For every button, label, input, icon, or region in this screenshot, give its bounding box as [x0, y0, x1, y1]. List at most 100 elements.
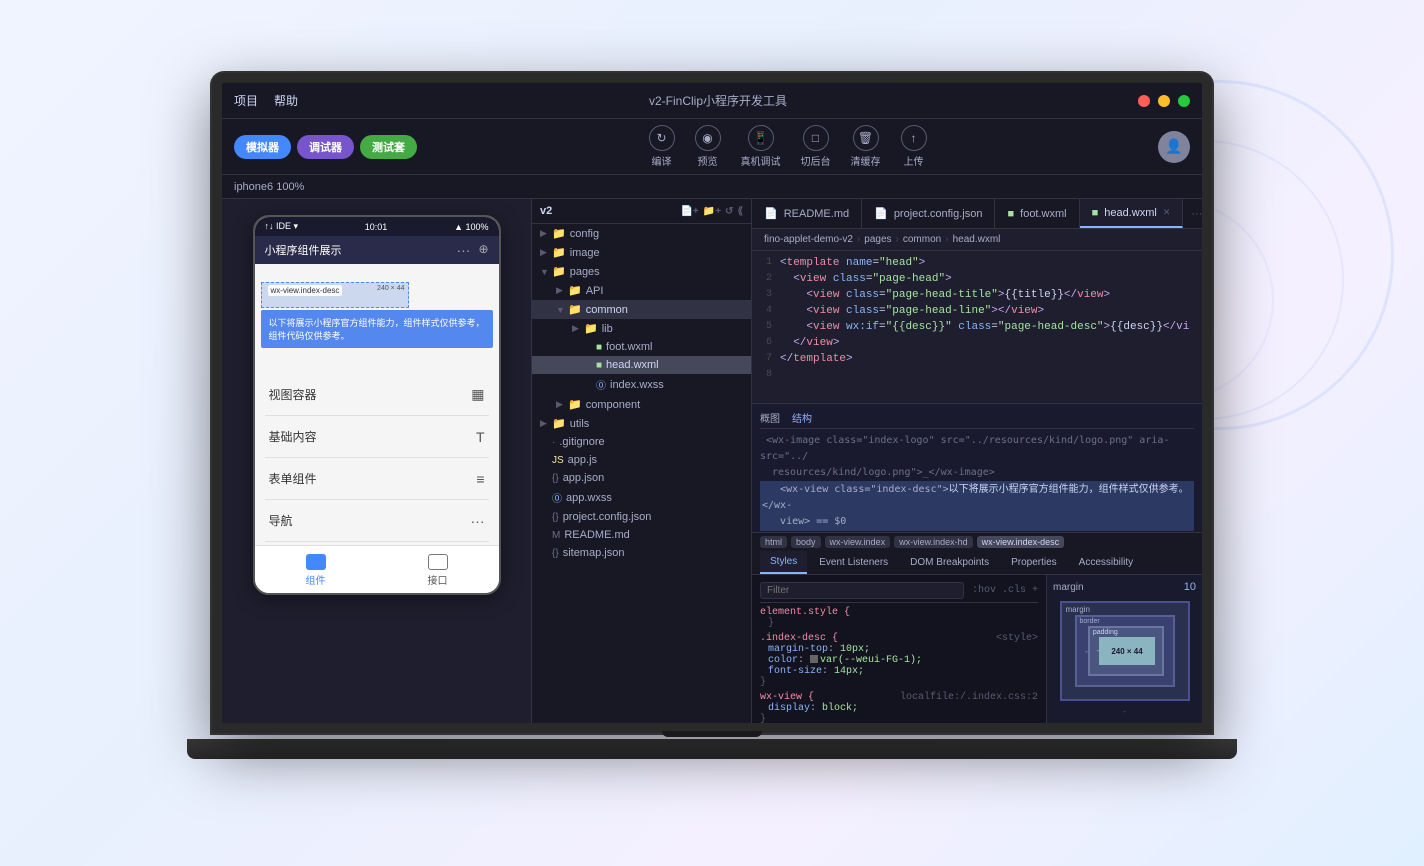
- tab-accessibility[interactable]: Accessibility: [1069, 551, 1143, 574]
- testsuit-button[interactable]: 测试套: [360, 135, 417, 159]
- tab-more-button[interactable]: ···: [1183, 199, 1202, 228]
- tag-body[interactable]: body: [791, 536, 821, 548]
- phone-nav-label-0: 组件: [306, 572, 326, 587]
- tree-item-config[interactable]: ▶ 📁 config: [532, 224, 751, 243]
- tree-item-pages[interactable]: ▼ 📁 pages: [532, 262, 751, 281]
- laptop-screen: 项目 帮助 v2-FinClip小程序开发工具 模拟器 调试器 测试套: [212, 73, 1212, 733]
- phone-panel: ↑↓ IDE ▾ 10:01 ▲ 100% 小程序组件展示 ··· ⊕: [222, 199, 532, 723]
- tree-item-utils[interactable]: ▶ 📁 utils: [532, 414, 751, 433]
- refresh-button[interactable]: ↺: [725, 206, 733, 217]
- rendered-tab-preview[interactable]: 概图: [760, 410, 780, 426]
- rendered-tab-source[interactable]: 结构: [792, 410, 812, 426]
- tree-label: app.js: [568, 454, 597, 466]
- css-source: <style>: [996, 633, 1038, 644]
- toolbar-avatar: 👤: [1158, 131, 1190, 163]
- file-icon: JS: [552, 455, 564, 466]
- tab-event-listeners[interactable]: Event Listeners: [809, 551, 898, 574]
- code-lines: 1 <template name="head"> 2 <view class="…: [752, 251, 1202, 403]
- phone-title-more[interactable]: ··· ⊕: [456, 242, 488, 258]
- tree-item-project-config[interactable]: ▶ {} project.config.json: [532, 508, 751, 526]
- tab-properties[interactable]: Properties: [1001, 551, 1067, 574]
- tab-close-icon[interactable]: ✕: [1163, 207, 1171, 218]
- tree-item-lib[interactable]: ▶ 📁 lib: [532, 319, 751, 338]
- tab-icon: ■: [1007, 208, 1014, 220]
- title-bar: 项目 帮助 v2-FinClip小程序开发工具: [222, 83, 1202, 119]
- phone-nav-components[interactable]: 组件: [306, 554, 326, 587]
- upload-button[interactable]: ↑ 上传: [901, 125, 927, 168]
- arrow-icon: ▶: [556, 399, 568, 410]
- tag-html[interactable]: html: [760, 536, 787, 548]
- tab-head-wxml[interactable]: ■ head.wxml ✕: [1080, 199, 1184, 228]
- tree-item-head-wxml[interactable]: ▶ ■ head.wxml: [532, 356, 751, 374]
- preview-button[interactable]: ◉ 预览: [695, 125, 721, 168]
- devtools: html body wx-view.index wx-view.index-hd…: [752, 533, 1202, 723]
- user-avatar[interactable]: 👤: [1158, 131, 1190, 163]
- simulator-button[interactable]: 模拟器: [234, 135, 291, 159]
- file-icon: ·: [552, 437, 555, 448]
- device-debug-button[interactable]: 📱 真机调试: [741, 125, 781, 168]
- tab-foot-wxml[interactable]: ■ foot.wxml: [995, 199, 1079, 228]
- new-file-button[interactable]: 📄+: [680, 206, 698, 217]
- code-line-6: 6 </view>: [752, 335, 1202, 351]
- collapse-button[interactable]: ⟪: [737, 206, 743, 217]
- file-icon: ⓪: [596, 377, 606, 392]
- maximize-button[interactable]: [1178, 95, 1190, 107]
- menu-item-project[interactable]: 项目: [234, 92, 258, 109]
- rendered-line-2[interactable]: <wx-view class="index-desc">以下将展示小程序官方组件…: [760, 481, 1194, 531]
- tree-item-index-wxss[interactable]: ▶ ⓪ index.wxss: [532, 374, 751, 395]
- new-folder-button[interactable]: 📁+: [703, 206, 721, 217]
- editor-panel: 📄 README.md 📄 project.config.json ■ foot…: [752, 199, 1202, 723]
- box-model-panel: margin 10 margin border: [1047, 575, 1202, 723]
- tree-item-app-wxss[interactable]: ▶ ⓪ app.wxss: [532, 487, 751, 508]
- arrow-icon: ▶: [540, 228, 552, 239]
- background-button[interactable]: □ 切后台: [801, 125, 831, 168]
- components-nav-icon: [306, 554, 326, 570]
- tree-item-app-js[interactable]: ▶ JS app.js: [532, 451, 751, 469]
- css-prop: color: [768, 655, 798, 666]
- css-selector: wx-view {: [760, 692, 814, 703]
- debugger-button[interactable]: 调试器: [297, 135, 354, 159]
- minimize-button[interactable]: [1158, 95, 1170, 107]
- tag-wx-view-index[interactable]: wx-view.index: [825, 536, 891, 548]
- code-line-2: 2 <view class="page-head">: [752, 271, 1202, 287]
- tree-item-readme[interactable]: ▶ M README.md: [532, 526, 751, 544]
- toolbar: 模拟器 调试器 测试套 ↻ 编译 ◉ 预览 📱 真机调试: [222, 119, 1202, 175]
- menu-item-help[interactable]: 帮助: [274, 92, 298, 109]
- phone-menu-item-3[interactable]: 导航 ···: [265, 500, 489, 542]
- tree-item-gitignore[interactable]: ▶ · .gitignore: [532, 433, 751, 451]
- code-editor[interactable]: 1 <template name="head"> 2 <view class="…: [752, 251, 1202, 403]
- pseudo-hint[interactable]: :hov .cls +: [972, 585, 1038, 596]
- tree-item-image[interactable]: ▶ 📁 image: [532, 243, 751, 262]
- compile-button[interactable]: ↻ 编译: [649, 125, 675, 168]
- tab-project-config[interactable]: 📄 project.config.json: [862, 199, 995, 228]
- devtools-body: :hov .cls + element.style { } .index-de: [752, 575, 1202, 723]
- box-model-border: border - padding -: [1075, 615, 1175, 687]
- tab-dom-breakpoints[interactable]: DOM Breakpoints: [900, 551, 999, 574]
- tag-wx-view-index-desc[interactable]: wx-view.index-desc: [977, 536, 1065, 548]
- tree-label: common: [586, 304, 628, 316]
- phone-nav-interfaces[interactable]: 接口: [428, 554, 448, 587]
- tree-item-common[interactable]: ▼ 📁 common: [532, 300, 751, 319]
- file-icon: ■: [596, 360, 602, 371]
- tree-label: README.md: [564, 529, 629, 541]
- close-button[interactable]: [1138, 95, 1150, 107]
- clear-cache-button[interactable]: 🗑 清缓存: [851, 125, 881, 168]
- tree-label: lib: [602, 323, 613, 335]
- filetree-actions: 📄+ 📁+ ↺ ⟪: [680, 206, 743, 217]
- phone-menu-item-2[interactable]: 表单组件 ≡: [265, 458, 489, 500]
- tree-item-sitemap[interactable]: ▶ {} sitemap.json: [532, 544, 751, 562]
- tag-wx-view-index-hd[interactable]: wx-view.index-hd: [894, 536, 973, 548]
- css-source: localfile:/.index.css:2: [900, 692, 1038, 703]
- styles-filter-input[interactable]: [760, 582, 964, 599]
- tab-styles[interactable]: Styles: [760, 551, 807, 574]
- box-model-content: 240 × 44: [1099, 637, 1155, 665]
- tree-item-api[interactable]: ▶ 📁 API: [532, 281, 751, 300]
- phone-menu-item-1[interactable]: 基础内容 T: [265, 416, 489, 458]
- tree-item-component[interactable]: ▶ 📁 component: [532, 395, 751, 414]
- tree-item-foot-wxml[interactable]: ▶ ■ foot.wxml: [532, 338, 751, 356]
- styles-panel: :hov .cls + element.style { } .index-de: [752, 575, 1047, 723]
- tree-item-app-json[interactable]: ▶ {} app.json: [532, 469, 751, 487]
- folder-icon: 📁: [552, 227, 566, 240]
- phone-menu-item-0[interactable]: 视图容器 ▦: [265, 374, 489, 416]
- tab-readme[interactable]: 📄 README.md: [752, 199, 862, 228]
